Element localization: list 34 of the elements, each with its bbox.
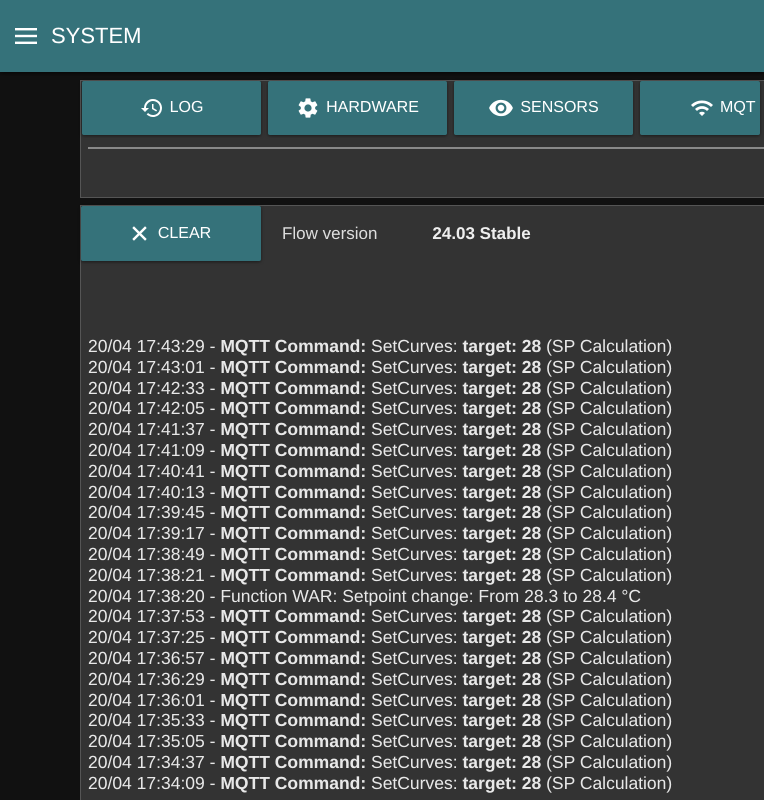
tab[interactable]: SENSORS (454, 81, 633, 135)
log-line: 20/04 17:35:33 - MQTT Command: SetCurves: target: 28 (SP Calculation) (88, 710, 674, 732)
clear-button[interactable]: CLEAR (81, 206, 261, 261)
tab[interactable]: LOG (82, 81, 261, 135)
log-line: 20/04 17:37:53 - MQTT Command: SetCurves: target: 28 (SP Calculation) (88, 606, 674, 628)
log-line: 20/04 17:41:09 - MQTT Command: SetCurves: target: 28 (SP Calculation) (88, 440, 674, 461)
tab[interactable]: HARDWARE (268, 81, 447, 135)
log-line: 20/04 17:43:01 - MQTT Command: SetCurves: target: 28 (SP Calculation) (88, 356, 674, 378)
log-line: 20/04 17:43:29 - MQTT Command: SetCurves: target: 28 (SP Calculation) (88, 336, 674, 357)
log-line: 20/04 17:40:13 - MQTT Command: SetCurves: target: 28 (SP Calculation) (88, 482, 674, 502)
app-title: SYSTEM (51, 23, 142, 49)
log-line: 20/04 17:34:37 - MQTT Command: SetCurves: target: 28 (SP Calculation) (88, 752, 674, 773)
log-line: 20/04 17:39:45 - MQTT Command: SetCurves: target: 28 (SP Calculation) (88, 502, 674, 524)
version-label: Flow version (282, 224, 378, 244)
log-line: 20/04 17:37:25 - MQTT Command: SetCurves: target: 28 (SP Calculation) (88, 627, 674, 648)
log-line: 20/04 17:38:21 - MQTT Command: SetCurves: target: 28 (SP Calculation) (88, 564, 674, 586)
log-line: 20/04 17:36:29 - MQTT Command: SetCurves: target: 28 (SP Calculation) (88, 668, 674, 690)
log-line: 20/04 17:36:57 - MQTT Command: SetCurves: target: 28 (SP Calculation) (88, 648, 674, 669)
history-icon (140, 96, 164, 120)
log-line: 20/04 17:36:01 - MQTT Command: SetCurves: target: 28 (SP Calculation) (88, 690, 674, 710)
log-line: 20/04 17:38:49 - MQTT Command: SetCurves: target: 28 (SP Calculation) (88, 544, 674, 565)
log-line: 20/04 17:34:09 - MQTT Command: SetCurves: target: 28 (SP Calculation) (88, 772, 674, 794)
version-value: 24.03 Stable (432, 224, 531, 244)
log-line: 20/04 17:39:17 - MQTT Command: SetCurves: target: 28 (SP Calculation) (88, 523, 674, 544)
menu-icon[interactable] (15, 28, 37, 44)
close-icon (130, 225, 148, 242)
log-line: 20/04 17:35:05 - MQTT Command: SetCurves: target: 28 (SP Calculation) (88, 731, 674, 752)
log-line: 20/04 17:41:37 - MQTT Command: SetCurves: target: 28 (SP Calculation) (88, 419, 674, 440)
log-line: 20/04 17:42:33 - MQTT Command: SetCurves: target: 28 (SP Calculation) (88, 378, 674, 398)
tab[interactable]: MQT (640, 81, 760, 135)
log-line: 20/04 17:42:05 - MQTT Command: SetCurves: target: 28 (SP Calculation) (88, 398, 674, 420)
log-line: 20/04 17:40:41 - MQTT Command: SetCurves: target: 28 (SP Calculation) (88, 460, 674, 482)
log-line: 20/04 17:38:20 - Function WAR: Setpoint change: From 28.3 to 28.4 °C (88, 586, 642, 606)
gear-icon (296, 96, 320, 120)
